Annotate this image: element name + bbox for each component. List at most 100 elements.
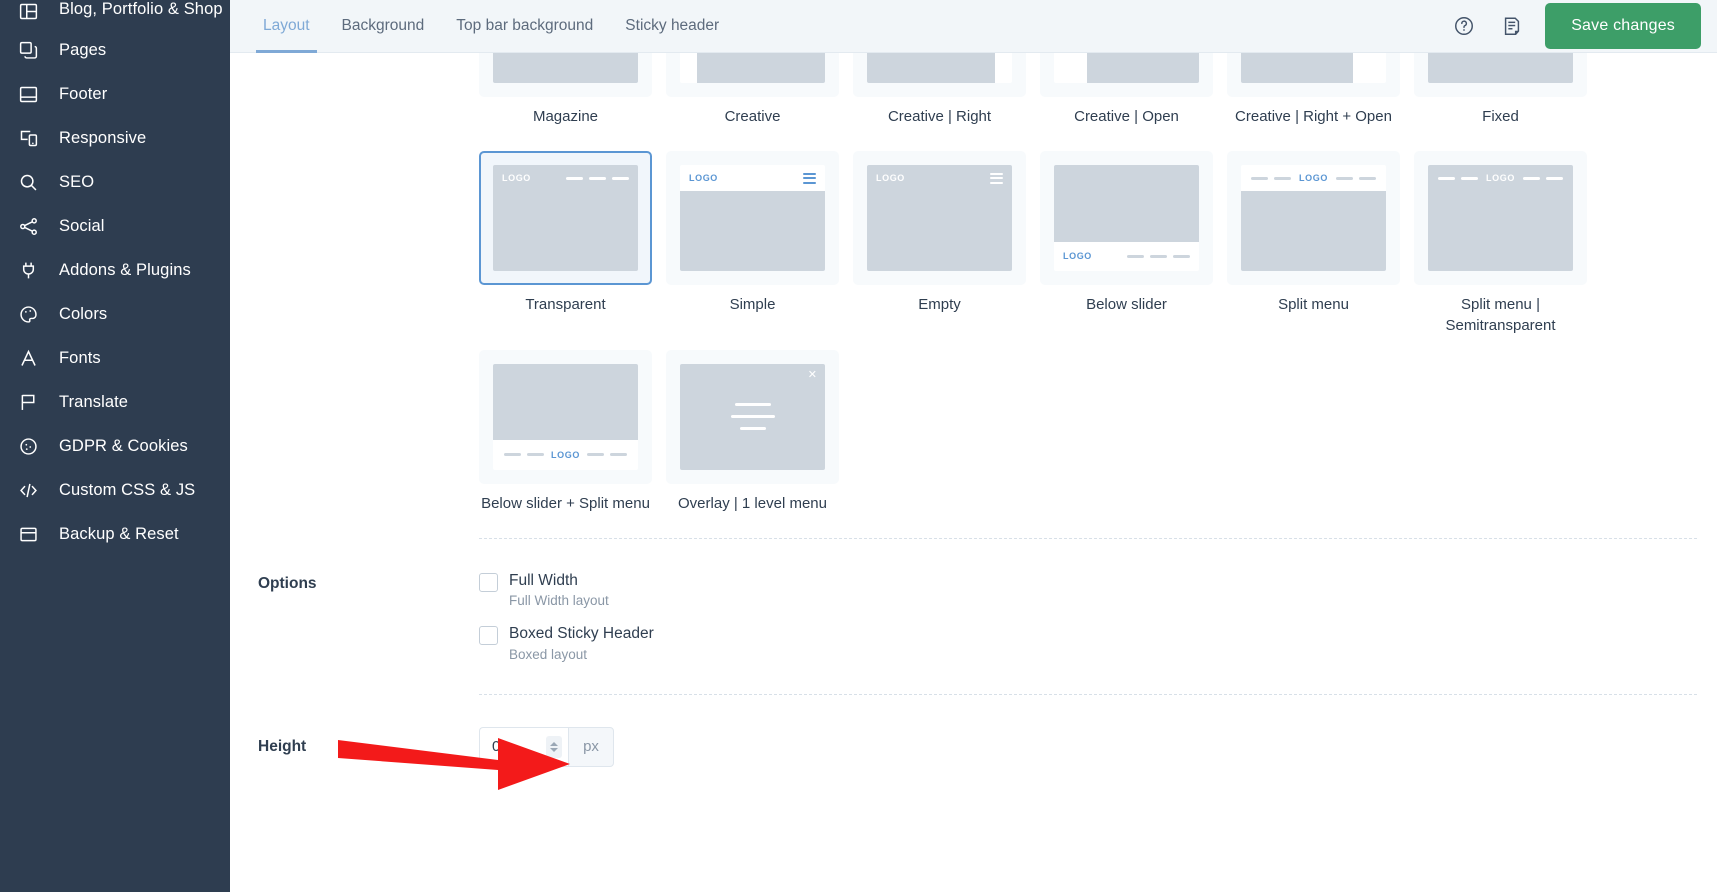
layout-card-split-menu-semitransparent[interactable]: LOGO Split menu | Semitransparent bbox=[1414, 151, 1587, 360]
sidebar-item-label: Backup & Reset bbox=[59, 524, 179, 543]
mock-header: LOGO bbox=[493, 165, 638, 191]
layout-thumbnail[interactable] bbox=[666, 53, 839, 97]
mock-overlay-menu bbox=[680, 364, 825, 470]
sidebar-item-footer[interactable]: Footer bbox=[0, 72, 230, 116]
letter-a-icon bbox=[18, 347, 44, 369]
tab-label: Background bbox=[341, 17, 425, 34]
options-row: Options Full Width Full Width layout Box… bbox=[230, 539, 1717, 678]
layout-thumbnail[interactable]: ✕ bbox=[666, 349, 839, 484]
layout-card-below-slider[interactable]: LOGO Below slider bbox=[1040, 151, 1213, 360]
layout-card-simple[interactable]: LOGO Simple bbox=[666, 151, 839, 360]
pages-copy-icon bbox=[18, 39, 44, 61]
sidebar-item-blog-portfolio-shop[interactable]: Blog, Portfolio & Shop bbox=[0, 0, 230, 28]
tab-background[interactable]: Background bbox=[326, 0, 441, 53]
layout-thumbnail[interactable] bbox=[1227, 53, 1400, 97]
layout-thumbnail[interactable] bbox=[1040, 53, 1213, 97]
layout-card-label: Simple bbox=[729, 296, 776, 314]
layout-thumbnail[interactable] bbox=[479, 53, 652, 97]
plug-icon bbox=[18, 259, 44, 281]
checkbox-boxed-sticky-header[interactable] bbox=[479, 626, 498, 646]
mock-logo: LOGO bbox=[876, 173, 905, 184]
option-subtitle: Boxed layout bbox=[509, 646, 588, 662]
mock-logo: LOGO bbox=[1486, 173, 1515, 184]
sidebar-item-label: Pages bbox=[59, 40, 107, 59]
palette-icon bbox=[18, 303, 44, 325]
sidebar-item-fonts[interactable]: Fonts bbox=[0, 336, 230, 380]
mock-transparent: LOGO bbox=[493, 165, 638, 272]
layout-card-creative-open[interactable]: Creative | Open bbox=[1040, 53, 1213, 151]
height-stepper[interactable] bbox=[546, 735, 562, 758]
option-full-width[interactable]: Full Width Full Width layout bbox=[479, 571, 1717, 608]
layout-card-empty[interactable]: LOGO Empty bbox=[853, 151, 1026, 360]
layout-thumbnail[interactable] bbox=[1414, 53, 1587, 97]
mock-header: LOGO bbox=[680, 165, 825, 192]
layout-thumbnail[interactable]: LOGO bbox=[479, 151, 652, 286]
layout-thumbnail[interactable] bbox=[853, 53, 1026, 97]
option-subtitle: Full Width layout bbox=[509, 593, 609, 609]
sidebar-item-label: GDPR & Cookies bbox=[59, 436, 188, 455]
layout-card-label: Creative | Open bbox=[1074, 108, 1179, 125]
sidebar-item-responsive[interactable]: Responsive bbox=[0, 116, 230, 160]
sidebar-item-backup-reset[interactable]: Backup & Reset bbox=[0, 512, 230, 556]
layout-card-creative[interactable]: Creative bbox=[666, 53, 839, 151]
mock-menu-items bbox=[1522, 176, 1563, 180]
sidebar-item-translate[interactable]: Translate bbox=[0, 380, 230, 424]
mock-menu-items bbox=[1127, 254, 1190, 258]
mock-creative-right-open bbox=[1241, 53, 1386, 83]
tab-label: Sticky header bbox=[625, 17, 720, 34]
sidebar-item-pages[interactable]: Pages bbox=[0, 28, 230, 72]
layout-card-overlay-1-level-menu[interactable]: ✕ Overlay | 1 level menu bbox=[666, 349, 839, 538]
cookie-icon bbox=[18, 435, 44, 457]
height-input-value: 0 bbox=[492, 738, 501, 756]
layout-card-fixed[interactable]: Fixed bbox=[1414, 53, 1587, 151]
mock-menu-items bbox=[586, 453, 627, 457]
save-changes-button[interactable]: Save changes bbox=[1545, 3, 1701, 49]
sidebar-item-colors[interactable]: Colors bbox=[0, 292, 230, 336]
height-input[interactable]: 0 bbox=[479, 726, 568, 767]
layout-card-magazine[interactable]: Magazine bbox=[479, 53, 652, 151]
layout-card-label: Empty bbox=[918, 296, 961, 314]
layout-grid-row-3: LOGO Below slider + Split menu ✕ Overlay… bbox=[230, 349, 1717, 538]
hamburger-menu-icon bbox=[803, 172, 816, 184]
mock-header: LOGO bbox=[1054, 241, 1199, 272]
mock-menu-items bbox=[504, 453, 545, 457]
layout-thumbnail[interactable]: LOGO bbox=[1414, 151, 1587, 286]
settings-content: Magazine Creative Creative | Right Creat… bbox=[230, 53, 1717, 892]
sidebar-item-addons-plugins[interactable]: Addons & Plugins bbox=[0, 248, 230, 292]
options-row-label: Options bbox=[258, 575, 317, 592]
layout-thumbnail[interactable]: LOGO bbox=[1040, 151, 1213, 286]
layout-thumbnail[interactable]: LOGO bbox=[666, 151, 839, 286]
layout-card-label: Magazine bbox=[532, 108, 599, 125]
layout-thumbnail[interactable]: LOGO bbox=[479, 349, 652, 484]
question-circle-icon[interactable] bbox=[1449, 11, 1479, 41]
height-input-group[interactable]: 0 px bbox=[479, 726, 614, 767]
horizontal-dots-icon bbox=[1353, 53, 1386, 83]
tab-sticky-header[interactable]: Sticky header bbox=[609, 0, 735, 53]
layout-thumbnail[interactable]: LOGO bbox=[853, 151, 1026, 286]
sidebar-item-gdpr-cookies[interactable]: GDPR & Cookies bbox=[0, 424, 230, 468]
layout-card-split-menu[interactable]: LOGO Split menu bbox=[1227, 151, 1400, 360]
sidebar-item-social[interactable]: Social bbox=[0, 204, 230, 248]
option-boxed-sticky-header[interactable]: Boxed Sticky Header Boxed layout bbox=[479, 624, 1717, 662]
sidebar-item-seo[interactable]: SEO bbox=[0, 160, 230, 204]
layout-card-below-slider-split-menu[interactable]: LOGO Below slider + Split menu bbox=[479, 349, 652, 538]
layout-card-transparent[interactable]: LOGO Transparent bbox=[479, 151, 652, 360]
sidebar-item-label: SEO bbox=[59, 172, 95, 191]
mock-menu-items bbox=[566, 176, 629, 180]
layout-card-creative-right[interactable]: Creative | Right bbox=[853, 53, 1026, 151]
layout-card-creative-right-open[interactable]: Creative | Right + Open bbox=[1227, 53, 1400, 151]
topbar-actions: Save changes bbox=[1449, 3, 1701, 49]
document-note-icon[interactable] bbox=[1497, 11, 1527, 41]
layout-thumbnail[interactable]: LOGO bbox=[1227, 151, 1400, 286]
sidebar-item-custom-css-js[interactable]: Custom CSS & JS bbox=[0, 468, 230, 512]
mock-split-menu: LOGO bbox=[1241, 165, 1386, 272]
tab-top-bar-background[interactable]: Top bar background bbox=[440, 0, 609, 53]
height-row-body: 0 px bbox=[479, 726, 1717, 767]
mock-header: LOGO bbox=[867, 165, 1012, 191]
sidebar-item-label: Responsive bbox=[59, 128, 147, 147]
tab-layout[interactable]: Layout bbox=[247, 0, 326, 53]
layout-card-label: Transparent bbox=[525, 296, 606, 314]
sidebar-item-label: Footer bbox=[59, 84, 108, 103]
vertical-dots-icon bbox=[995, 53, 1012, 83]
checkbox-full-width[interactable] bbox=[479, 573, 498, 592]
